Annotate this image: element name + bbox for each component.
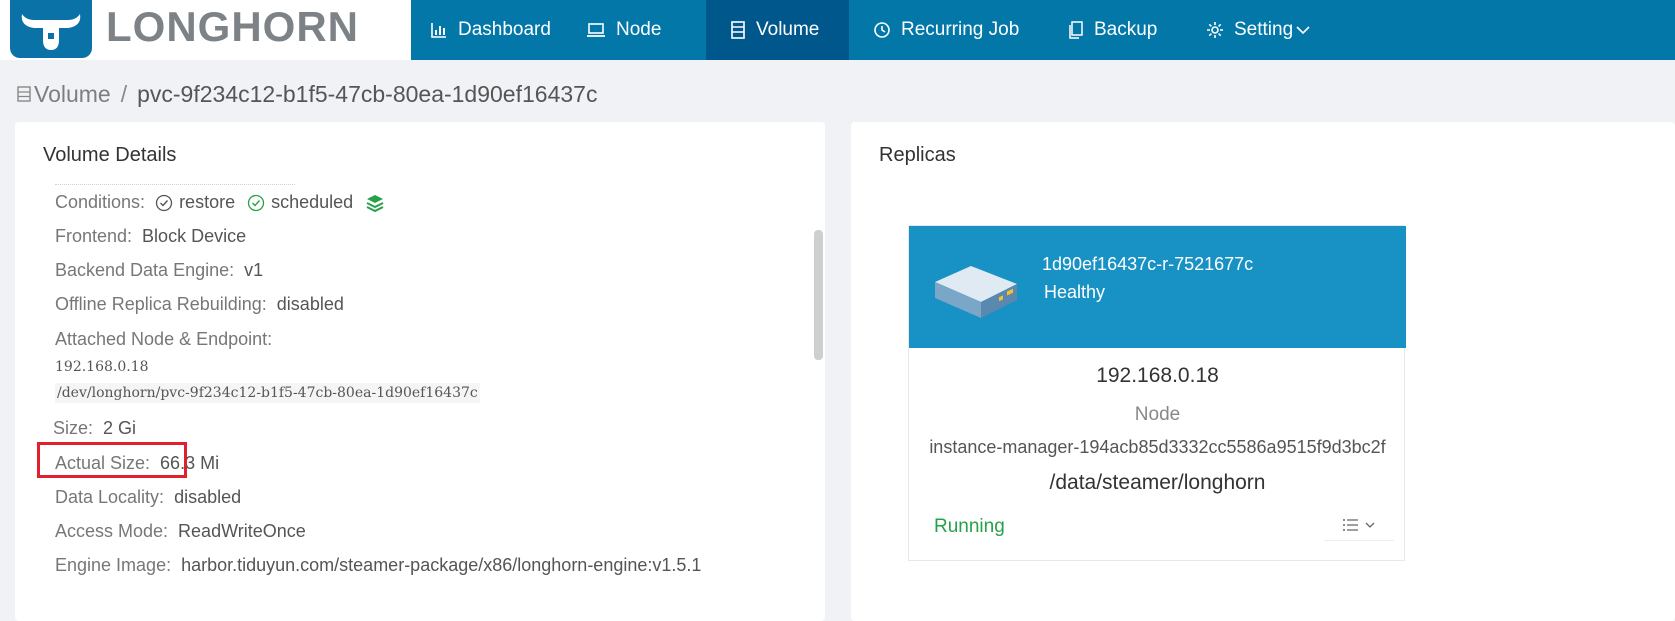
database-icon	[17, 86, 31, 102]
breadcrumb-current: pvc-9f234c12-b1f5-47cb-80ea-1d90ef16437c	[137, 80, 598, 107]
replica-card-header: 1d90ef16437c-r-7521677c Healthy	[909, 226, 1406, 348]
field-value: disabled	[276, 294, 344, 314]
nav-backup[interactable]: Backup	[1068, 0, 1188, 60]
breadcrumb-separator: /	[120, 80, 128, 107]
panel-title: Volume Details	[43, 144, 177, 166]
replica-state: Running	[934, 516, 1005, 537]
nav-label: Dashboard	[458, 19, 551, 40]
server-disk-icon	[935, 266, 1017, 318]
field-value: disabled	[174, 487, 242, 507]
top-nav-bar: LONGHORN Dashboard Node Volume Recurring…	[0, 0, 1675, 60]
clipped-row-fragment	[55, 182, 295, 185]
replica-node-label: Node	[1134, 404, 1181, 425]
panel-title: Replicas	[879, 144, 956, 166]
field-label: Data Locality:	[55, 487, 165, 507]
field-value: harbor.tiduyun.com/steamer-package/x86/l…	[181, 555, 702, 575]
conditions-row: Conditions: restore scheduled	[55, 192, 385, 213]
nav-label: Volume	[756, 19, 820, 40]
list-icon	[1343, 518, 1358, 531]
replica-card[interactable]: 1d90ef16437c-r-7521677c Healthy 192.168.…	[908, 225, 1406, 561]
clock-icon	[874, 22, 890, 38]
brand-area[interactable]: LONGHORN	[0, 0, 411, 60]
laptop-icon	[587, 23, 605, 37]
field-label: Engine Image:	[55, 555, 172, 575]
brand-name: LONGHORN	[106, 3, 359, 50]
field-label: Size:	[53, 418, 94, 438]
size-row: Size: 2 Gi	[53, 418, 136, 439]
replica-name: 1d90ef16437c-r-7521677c	[1042, 254, 1254, 274]
replica-actions-menu[interactable]	[1324, 509, 1394, 541]
breadcrumb: Volume / pvc-9f234c12-b1f5-47cb-80ea-1d9…	[16, 78, 597, 110]
replicas-panel: Replicas 1d90ef16437c-r-7521677c Healthy…	[851, 122, 1675, 621]
field-label: Conditions:	[55, 192, 146, 212]
longhorn-logo-icon	[10, 0, 92, 58]
endpoint-path: /dev/longhorn/pvc-9f234c12-b1f5-47cb-80e…	[55, 383, 480, 403]
field-value: 2 Gi	[103, 418, 137, 438]
replica-node-ip: 192.168.0.18	[1096, 364, 1219, 387]
field-label: Offline Replica Rebuilding:	[55, 294, 267, 314]
replica-health: Healthy	[1044, 282, 1106, 302]
field-value: Block Device	[142, 226, 247, 246]
gear-icon	[1207, 22, 1223, 38]
access-mode-row: Access Mode: ReadWriteOnce	[55, 521, 306, 542]
nav-setting[interactable]: Setting	[1206, 0, 1346, 60]
data-locality-row: Data Locality: disabled	[55, 487, 241, 508]
layers-icon[interactable]	[365, 193, 385, 213]
volume-details-panel: Volume Details Conditions: restore sched…	[15, 122, 825, 621]
database-icon	[731, 21, 745, 39]
details-scrollbar[interactable]	[814, 230, 823, 360]
actual-size-row: Actual Size: 66.3 Mi	[55, 453, 219, 474]
field-label: Attached Node & Endpoint:	[55, 329, 273, 349]
nav-label: Backup	[1094, 19, 1158, 40]
field-label: Access Mode:	[55, 521, 169, 541]
field-label: Backend Data Engine:	[55, 260, 235, 280]
nav-label: Node	[616, 19, 662, 40]
copy-icon	[1069, 21, 1083, 39]
nav-volume[interactable]: Volume	[706, 0, 849, 60]
chevron-down-icon	[1296, 26, 1310, 35]
engine-image-row: Engine Image: harbor.tiduyun.com/steamer…	[55, 555, 701, 576]
nav-dashboard[interactable]: Dashboard	[411, 0, 571, 60]
replica-data-path: /data/steamer/longhorn	[1049, 471, 1266, 494]
nav-node[interactable]: Node	[586, 0, 696, 60]
field-label: Frontend:	[55, 226, 133, 246]
condition-scheduled: scheduled	[247, 192, 353, 213]
field-value: v1	[244, 260, 264, 280]
backend-engine-row: Backend Data Engine: v1	[55, 260, 263, 281]
replica-instance-manager: instance-manager-194acb85d3332cc5586a951…	[929, 437, 1386, 457]
bar-chart-icon	[431, 23, 446, 38]
breadcrumb-volume-link[interactable]: Volume	[34, 81, 111, 108]
nav-label: Setting	[1234, 19, 1294, 40]
condition-restore: restore	[155, 192, 235, 213]
nav-recurring-job[interactable]: Recurring Job	[873, 0, 1053, 60]
offline-rebuild-row: Offline Replica Rebuilding: disabled	[55, 294, 344, 315]
check-circle-icon	[247, 194, 265, 211]
attached-node-row: Attached Node & Endpoint:	[55, 329, 282, 350]
attached-node-ip: 192.168.0.18	[55, 359, 149, 375]
frontend-row: Frontend: Block Device	[55, 226, 246, 247]
chevron-down-icon	[1365, 522, 1375, 528]
field-value: 66.3 Mi	[160, 453, 220, 473]
nav-label: Recurring Job	[901, 19, 1020, 40]
check-circle-icon	[155, 194, 173, 211]
field-label: Actual Size:	[55, 453, 151, 473]
field-value: ReadWriteOnce	[178, 521, 306, 541]
